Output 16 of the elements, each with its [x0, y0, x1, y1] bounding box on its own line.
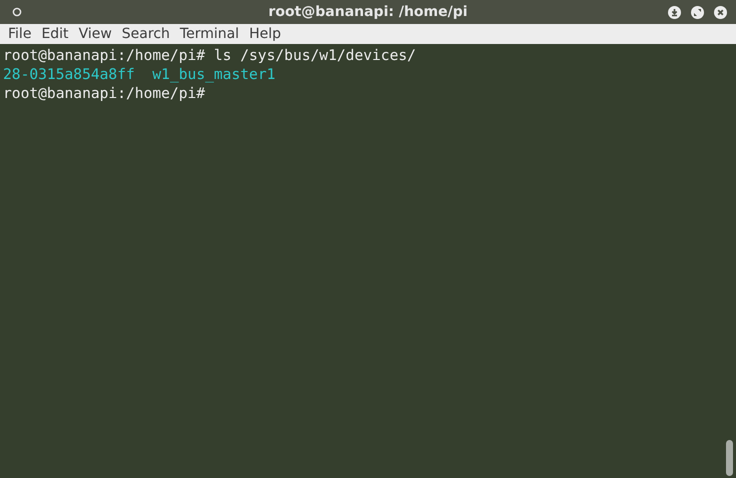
terminal-text: w1_bus_master1	[152, 65, 276, 84]
maximize-icon[interactable]	[691, 6, 704, 18]
menu-item[interactable]: Help	[249, 26, 285, 42]
menu-item[interactable]: Search	[122, 26, 174, 42]
terminal-text: root@bananapi:/home/pi# ls /sys/bus/w1/devices/	[3, 46, 416, 65]
terminal-text: 28-0315a854a8ff	[3, 65, 135, 84]
scrollbar-thumb[interactable]	[726, 440, 733, 476]
menu-item[interactable]: View	[78, 26, 116, 42]
terminal-text: root@bananapi:/home/pi#	[3, 84, 206, 103]
window-menu-icon[interactable]	[12, 7, 22, 17]
menu-item[interactable]: Edit	[41, 26, 73, 42]
window-title: root@bananapi: /home/pi	[268, 4, 468, 20]
menu-item[interactable]: File	[8, 26, 36, 42]
minimize-icon[interactable]	[668, 6, 681, 18]
close-icon[interactable]	[714, 6, 727, 18]
menu-item[interactable]: Terminal	[180, 26, 244, 42]
